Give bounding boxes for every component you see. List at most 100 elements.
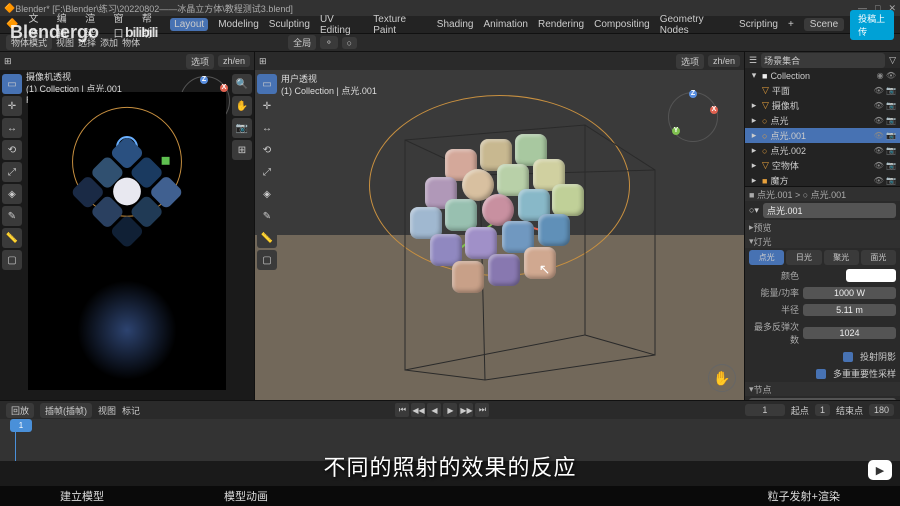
section-preview[interactable]: ▸ 预览 <box>745 220 900 234</box>
jump-start[interactable]: ⏮ <box>395 403 409 417</box>
start-frame[interactable]: 1 <box>815 404 830 416</box>
vp1-zoom[interactable]: 🔍 <box>232 74 252 94</box>
vp2-tool-select[interactable]: ▭ <box>257 74 277 94</box>
3d-viewport[interactable]: 用户透视 (1) Collection | 点光.001 X Y Z ✋ <box>255 70 744 400</box>
tool-scale[interactable]: ⤢ <box>2 162 22 182</box>
tab-shading[interactable]: Shading <box>437 19 474 30</box>
shadow-checkbox[interactable] <box>843 352 853 362</box>
tab-modeling[interactable]: Modeling <box>218 19 259 30</box>
outliner-search[interactable]: 场景集合 <box>761 53 885 68</box>
outliner-item[interactable]: ▽平面👁 📷 <box>745 83 900 98</box>
chapter-1[interactable]: 建立模型 <box>40 488 124 504</box>
vp1-persp[interactable]: ⊞ <box>232 140 252 160</box>
outliner-item[interactable]: ▸○点光.002👁 📷 <box>745 143 900 158</box>
vp2-tool-addcube[interactable]: ▢ <box>257 250 277 270</box>
outliner-icon: ☰ <box>749 55 757 66</box>
vp2-tool-cursor[interactable]: ✛ <box>257 96 277 116</box>
outliner-item-selected[interactable]: ▸○点光.001👁 📷 <box>745 128 900 143</box>
color-field[interactable] <box>846 269 896 282</box>
tab-sculpting[interactable]: Sculpting <box>269 19 310 30</box>
timeline-keying[interactable]: 插帧(插帧) <box>40 403 92 418</box>
keyframe-prev[interactable]: ◀◀ <box>411 403 425 417</box>
power-field[interactable]: 1000 W <box>803 287 896 299</box>
vp2-editor-icon[interactable]: ⊞ <box>259 56 267 67</box>
outliner-collection[interactable]: ▾■Collection◉ 👁 <box>745 68 900 83</box>
transform-orientation[interactable]: 全局 <box>288 35 316 50</box>
tool-transform[interactable]: ◈ <box>2 184 22 204</box>
tab-scripting[interactable]: Scripting <box>739 19 778 30</box>
vp2-tool-rotate[interactable]: ⟲ <box>257 140 277 160</box>
tool-rotate[interactable]: ⟲ <box>2 140 22 160</box>
vp1-options[interactable]: 选项 <box>186 54 214 69</box>
mis-checkbox[interactable] <box>816 369 826 379</box>
vp1-camera[interactable]: 📷 <box>232 118 252 138</box>
chapter-3[interactable]: 粒子发射+渲染 <box>748 488 860 504</box>
play-forward[interactable]: ▶ <box>443 403 457 417</box>
current-frame[interactable]: 1 <box>745 404 785 416</box>
tab-anim[interactable]: Animation <box>484 19 528 30</box>
light-type-area[interactable]: 面光 <box>861 250 896 265</box>
vp2-tool-annotate[interactable]: ✎ <box>257 206 277 226</box>
render-view[interactable] <box>28 92 226 390</box>
play-reverse[interactable]: ◀ <box>427 403 441 417</box>
timeline-playhead[interactable]: 1 <box>10 419 32 432</box>
watermark: Blendergo <box>10 22 99 43</box>
timeline-playback[interactable]: 回放 <box>6 403 34 418</box>
use-nodes-button[interactable]: 使用节点 <box>749 398 896 400</box>
tab-compositing[interactable]: Compositing <box>594 19 650 30</box>
radius-field[interactable]: 5.11 m <box>803 304 896 316</box>
editor-type-icon[interactable]: ⊞ <box>4 56 12 67</box>
timeline-view[interactable]: 视图 <box>98 404 116 417</box>
vp2-options[interactable]: 选项 <box>676 54 704 69</box>
tool-annotate[interactable]: ✎ <box>2 206 22 226</box>
light-type-spot[interactable]: 聚光 <box>824 250 859 265</box>
tab-layout[interactable]: Layout <box>170 18 208 31</box>
section-light[interactable]: ▾ 灯光 <box>745 234 900 248</box>
vp2-tool-move[interactable]: ↔ <box>257 118 277 138</box>
end-frame[interactable]: 180 <box>869 404 894 416</box>
snap-toggle[interactable]: ⚬ <box>320 36 338 49</box>
chapter-2[interactable]: 模型动画 <box>204 488 288 504</box>
vp2-lang[interactable]: zh/en <box>708 55 740 67</box>
timeline-marker[interactable]: 标记 <box>122 404 140 417</box>
vp1-pan[interactable]: ✋ <box>232 96 252 116</box>
breadcrumb[interactable]: ■ 点光.001 > ○ 点光.001 <box>749 188 846 201</box>
vp2-tool-measure[interactable]: 📏 <box>257 228 277 248</box>
label-bounces: 最多反弹次数 <box>749 320 799 346</box>
outliner-item[interactable]: ▸○点光👁 📷 <box>745 113 900 128</box>
vp2-tool-transform[interactable]: ◈ <box>257 184 277 204</box>
light-type-point[interactable]: 点光 <box>749 250 784 265</box>
tab-uv[interactable]: UV Editing <box>320 14 363 36</box>
watermark-bilibili: bilibili <box>125 24 157 40</box>
menu-add[interactable]: 添加 <box>100 36 118 49</box>
outliner-item[interactable]: ▸▽摄像机👁 📷 <box>745 98 900 113</box>
bounces-field[interactable]: 1024 <box>803 327 896 339</box>
scene-selector[interactable]: Scene <box>804 18 844 31</box>
tool-select[interactable]: ▭ <box>2 74 22 94</box>
tool-addcube[interactable]: ▢ <box>2 250 22 270</box>
keyframe-next[interactable]: ▶▶ <box>459 403 473 417</box>
label-radius: 半径 <box>749 303 799 316</box>
viewport-canvas <box>255 70 744 400</box>
vp1-lang[interactable]: zh/en <box>218 55 250 67</box>
upload-button[interactable]: 投稿上传 <box>850 10 894 40</box>
tab-rendering[interactable]: Rendering <box>538 19 584 30</box>
cursor-icon: ↖ <box>539 261 551 278</box>
tool-cursor[interactable]: ✛ <box>2 96 22 116</box>
video-subtitle: 不同的照射的效果的反应 <box>323 450 576 482</box>
tab-texpaint[interactable]: Texture Paint <box>373 14 427 36</box>
tab-add[interactable]: + <box>788 19 794 30</box>
filter-icon[interactable]: ▽ <box>889 55 896 66</box>
tab-geonodes[interactable]: Geometry Nodes <box>660 14 729 36</box>
vp2-tool-scale[interactable]: ⤢ <box>257 162 277 182</box>
data-name-field[interactable]: 点光.001 <box>763 203 896 218</box>
outliner-item[interactable]: ▸▽空物体👁 📷 <box>745 158 900 173</box>
tool-move[interactable]: ↔ <box>2 118 22 138</box>
tool-measure[interactable]: 📏 <box>2 228 22 248</box>
section-nodes[interactable]: ▾ 节点 <box>745 382 900 396</box>
jump-end[interactable]: ⏭ <box>475 403 489 417</box>
proportional-toggle[interactable]: ○ <box>342 37 357 49</box>
light-type-sun[interactable]: 日光 <box>786 250 821 265</box>
bilibili-tv-icon[interactable]: ▶ <box>868 460 892 480</box>
outliner-item[interactable]: ▸■魔方👁 📷 <box>745 173 900 187</box>
